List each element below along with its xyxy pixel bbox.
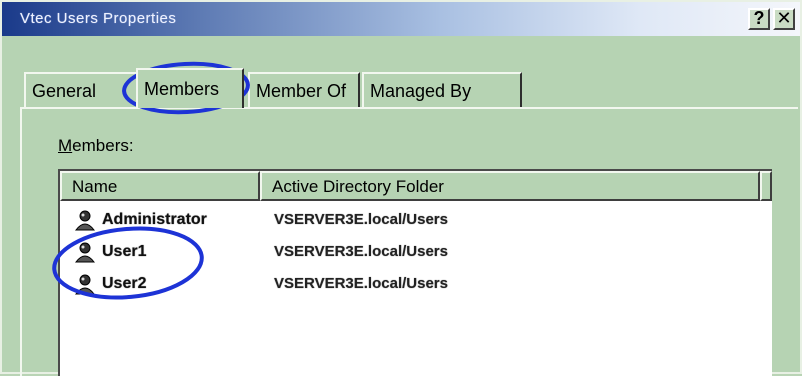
help-button[interactable]: ? bbox=[748, 8, 770, 30]
member-folder: VSERVER3E.local/Users bbox=[274, 211, 448, 228]
list-item[interactable]: Administrator VSERVER3E.local/Users bbox=[60, 203, 772, 237]
tab-member-of[interactable]: Member Of bbox=[248, 72, 360, 108]
tab-general[interactable]: General bbox=[24, 72, 136, 108]
close-button[interactable]: ✕ bbox=[773, 8, 795, 30]
member-name: User1 bbox=[102, 243, 147, 260]
member-name: Administrator bbox=[102, 211, 207, 228]
members-list[interactable]: Name Active Directory Folder Administrat… bbox=[58, 169, 772, 376]
members-label: Members: bbox=[58, 136, 134, 156]
list-item[interactable]: User1 VSERVER3E.local/Users bbox=[60, 235, 772, 269]
properties-dialog: Vtec Users Properties ? ✕ General Member… bbox=[0, 0, 802, 376]
list-item[interactable]: User2 VSERVER3E.local/Users bbox=[60, 267, 772, 301]
title-bar[interactable]: Vtec Users Properties ? ✕ bbox=[2, 2, 800, 36]
list-item-name-cell: User2 bbox=[74, 267, 146, 301]
members-label-accesskey: M bbox=[58, 136, 73, 155]
tab-managed-by[interactable]: Managed By bbox=[362, 72, 522, 108]
list-item-name-cell: Administrator bbox=[74, 203, 207, 237]
tab-members[interactable]: Members bbox=[136, 68, 244, 108]
member-folder: VSERVER3E.local/Users bbox=[274, 275, 448, 292]
user-icon bbox=[74, 210, 96, 231]
member-folder: VSERVER3E.local/Users bbox=[274, 243, 448, 260]
window-title: Vtec Users Properties bbox=[20, 10, 177, 27]
column-header-folder[interactable]: Active Directory Folder bbox=[260, 171, 760, 201]
members-label-text: embers: bbox=[72, 136, 134, 155]
column-header-filler bbox=[760, 171, 772, 201]
list-item-name-cell: User1 bbox=[74, 235, 146, 269]
column-header-name[interactable]: Name bbox=[60, 171, 260, 201]
user-icon bbox=[74, 274, 96, 295]
user-icon bbox=[74, 242, 96, 263]
member-name: User2 bbox=[102, 275, 147, 292]
